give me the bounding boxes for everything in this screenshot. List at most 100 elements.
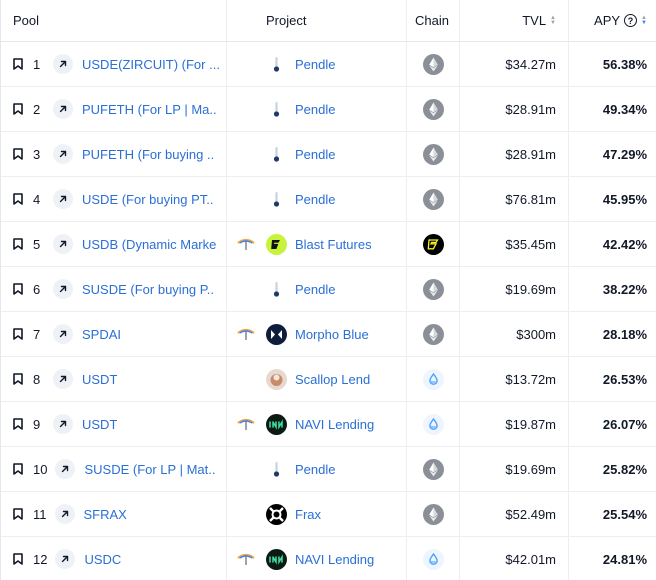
tvl-column-header[interactable]: TVL ▲ ▼ (460, 0, 569, 41)
apy-cell: 24.81% (569, 537, 656, 580)
pool-name-link[interactable]: SPDAI (82, 327, 121, 342)
scallop-logo-icon (266, 368, 287, 390)
external-link-icon[interactable] (53, 99, 73, 119)
pool-name-link[interactable]: PUFETH (For buying .. (82, 147, 214, 162)
ethereum-chain-icon (422, 143, 444, 165)
chain-cell (407, 312, 460, 356)
chain-header-label: Chain (415, 13, 449, 28)
pool-name-link[interactable]: SUSDE (For LP | Mat.. (84, 462, 215, 477)
table-row[interactable]: 12 USDC NAVI Lending $42.01m 24.81% (1, 537, 656, 580)
bookmark-icon[interactable] (13, 103, 23, 115)
tvl-cell: $52.49m (460, 492, 569, 536)
bookmark-icon[interactable] (13, 58, 23, 70)
apy-cell: 42.42% (569, 222, 656, 266)
bookmark-icon[interactable] (13, 373, 23, 385)
pool-name-link[interactable]: SFRAX (84, 507, 127, 522)
bookmark-icon[interactable] (13, 463, 23, 475)
project-name-link[interactable]: Pendle (295, 462, 335, 477)
project-name-link[interactable]: Scallop Lend (295, 372, 370, 387)
project-name-link[interactable]: Pendle (295, 147, 335, 162)
project-name-link[interactable]: Blast Futures (295, 237, 372, 252)
apy-cell: 47.29% (569, 132, 656, 176)
external-link-icon[interactable] (53, 234, 73, 254)
info-icon[interactable]: ? (624, 14, 638, 27)
external-link-icon[interactable] (53, 324, 73, 344)
sort-desc-icon[interactable]: ▲ ▼ (641, 15, 647, 26)
external-link-icon[interactable] (53, 54, 73, 74)
bookmark-icon[interactable] (13, 283, 23, 295)
bookmark-icon[interactable] (13, 553, 23, 565)
external-link-icon[interactable] (55, 549, 76, 569)
table-row[interactable]: 9 USDT NAVI Lending $19.87m 26.07% (1, 402, 656, 447)
apy-cell: 25.82% (569, 447, 656, 491)
pool-name-link[interactable]: USDC (84, 552, 121, 567)
external-link-icon[interactable] (53, 189, 73, 209)
project-cell: NAVI Lending (227, 402, 407, 446)
tvl-header-label[interactable]: TVL (522, 13, 546, 28)
project-cell: NAVI Lending (227, 537, 407, 580)
bookmark-icon[interactable] (13, 328, 23, 340)
project-name-link[interactable]: Pendle (295, 57, 335, 72)
tvl-cell: $300m (460, 312, 569, 356)
sort-icon[interactable]: ▲ ▼ (550, 15, 556, 26)
apy-cell: 28.18% (569, 312, 656, 356)
table-row[interactable]: 11 SFRAX Frax $52.49m 25.54% (1, 492, 656, 537)
bookmark-icon[interactable] (13, 148, 23, 160)
rank-number: 2 (33, 101, 41, 117)
apy-header-label[interactable]: APY (594, 13, 620, 28)
project-name-link[interactable]: Frax (295, 507, 321, 522)
table-row[interactable]: 10 SUSDE (For LP | Mat.. Pendle $19.69m 25.8… (1, 447, 656, 492)
project-header-label: Project (266, 13, 307, 28)
project-name-link[interactable]: Pendle (295, 282, 335, 297)
yield-pools-table: Pool Project Chain TVL ▲ ▼ APY ? ▲ ▼ 1 USDE… (0, 0, 656, 580)
tvl-value: $300m (516, 326, 556, 342)
project-name-link[interactable]: NAVI Lending (295, 417, 374, 432)
pool-name-link[interactable]: USDE(ZIRCUIT) (For ... (82, 57, 220, 72)
pool-name-link[interactable]: USDB (Dynamic Marke (82, 237, 216, 252)
table-row[interactable]: 4 USDE (For buying PT.. Pendle $76.81m 45.95… (1, 177, 656, 222)
project-name-link[interactable]: NAVI Lending (295, 552, 374, 567)
frax-logo-icon (266, 503, 287, 525)
rank-number: 10 (33, 461, 48, 477)
pool-name-link[interactable]: USDE (For buying PT.. (82, 192, 214, 207)
table-row[interactable]: 2 PUFETH (For LP | Ma.. Pendle $28.91m 49.34… (1, 87, 656, 132)
apy-value: 42.42% (602, 236, 647, 252)
bookmark-icon[interactable] (13, 508, 23, 520)
bookmark-icon[interactable] (13, 193, 23, 205)
project-name-link[interactable]: Morpho Blue (295, 327, 369, 342)
pool-cell: 9 USDT (1, 402, 227, 446)
rank-number: 11 (33, 506, 47, 522)
external-link-icon[interactable] (53, 414, 73, 434)
pool-name-link[interactable]: SUSDE (For buying P.. (82, 282, 214, 297)
table-row[interactable]: 8 USDT Scallop Lend $13.72m 26.53% (1, 357, 656, 402)
external-link-icon[interactable] (53, 144, 73, 164)
table-row[interactable]: 1 USDE(ZIRCUIT) (For ... Pendle $34.27m 56.3… (1, 42, 656, 87)
project-name-link[interactable]: Pendle (295, 102, 335, 117)
apy-cell: 45.95% (569, 177, 656, 221)
pendle-logo-icon (266, 98, 287, 120)
rank-number: 12 (33, 551, 48, 567)
apy-column-header[interactable]: APY ? ▲ ▼ (569, 0, 656, 41)
tvl-cell: $34.27m (460, 42, 569, 86)
pool-name-link[interactable]: PUFETH (For LP | Ma.. (82, 102, 217, 117)
external-link-icon[interactable] (54, 504, 75, 524)
table-row[interactable]: 3 PUFETH (For buying .. Pendle $28.91m 47.29… (1, 132, 656, 177)
project-name-link[interactable]: Pendle (295, 192, 335, 207)
ethereum-chain-icon (422, 53, 444, 75)
pool-cell: 4 USDE (For buying PT.. (1, 177, 227, 221)
table-row[interactable]: 7 SPDAI Morpho Blue $300m 28.18% (1, 312, 656, 357)
external-link-icon[interactable] (53, 279, 73, 299)
table-row[interactable]: 6 SUSDE (For buying P.. Pendle $19.69m 38.22… (1, 267, 656, 312)
bookmark-icon[interactable] (13, 238, 23, 250)
pool-cell: 1 USDE(ZIRCUIT) (For ... (1, 42, 227, 86)
pool-cell: 11 SFRAX (1, 492, 227, 536)
pool-name-link[interactable]: USDT (82, 372, 117, 387)
bookmark-icon[interactable] (13, 418, 23, 430)
pool-cell: 12 USDC (1, 537, 227, 580)
external-link-icon[interactable] (53, 369, 73, 389)
chain-column-header: Chain (407, 0, 460, 41)
pool-name-link[interactable]: USDT (82, 417, 117, 432)
external-link-icon[interactable] (55, 459, 76, 479)
sui-chain-icon (422, 413, 444, 435)
table-row[interactable]: 5 USDB (Dynamic Marke Blast Futures $35.45m… (1, 222, 656, 267)
